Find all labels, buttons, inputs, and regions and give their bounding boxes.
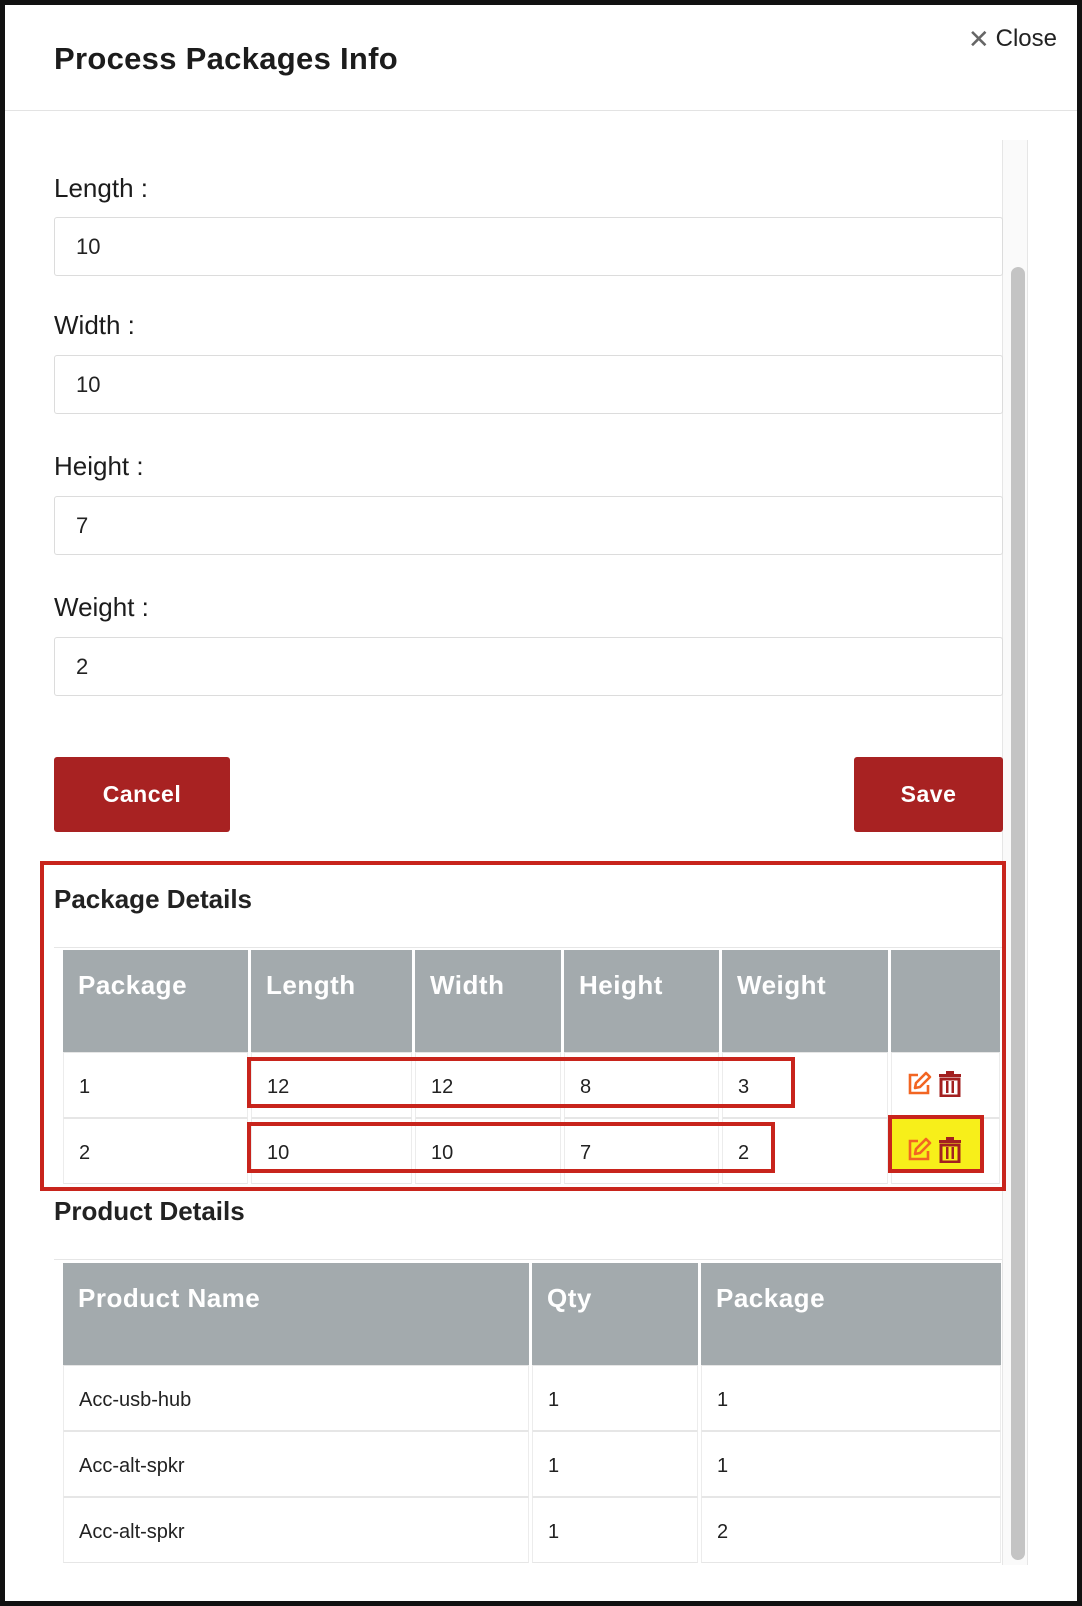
weight-label: Weight : [54, 592, 149, 622]
length-label: Length : [54, 173, 148, 203]
col-weight: Weight [722, 950, 888, 1052]
col-product-name: Product Name [63, 1263, 529, 1365]
cell-weight: 3 [722, 1052, 888, 1118]
width-input[interactable] [54, 355, 1003, 414]
cell-weight: 2 [722, 1118, 888, 1184]
weight-input[interactable] [54, 637, 1003, 696]
cell-qty: 1 [532, 1431, 698, 1497]
cell-package: 2 [63, 1118, 248, 1184]
cell-package: 1 [701, 1431, 1001, 1497]
cell-width: 12 [415, 1052, 561, 1118]
cell-actions [891, 1052, 1000, 1118]
scrollbar-thumb[interactable] [1011, 267, 1025, 1560]
col-width: Width [415, 950, 561, 1052]
length-input[interactable] [54, 217, 1003, 276]
close-button[interactable]: ✕ Close [968, 25, 1057, 53]
package-table-header: Package Length Width Height Weight [63, 950, 1000, 1052]
cell-height: 7 [564, 1118, 719, 1184]
package-table: Package Length Width Height Weight 1 12 … [60, 950, 1003, 1184]
col-package: Package [701, 1263, 1001, 1365]
table-row: 1 12 12 8 3 [63, 1052, 1000, 1118]
package-details-divider [54, 947, 1003, 948]
close-icon: ✕ [967, 24, 990, 54]
cell-actions [891, 1118, 1000, 1184]
save-button[interactable]: Save [854, 757, 1003, 832]
modal-title: Process Packages Info [54, 41, 399, 76]
modal-header: Process Packages Info ✕ Close [5, 5, 1077, 111]
product-table: Product Name Qty Package Acc-usb-hub 1 1… [60, 1263, 1004, 1563]
process-packages-modal: Process Packages Info ✕ Close Length : W… [0, 0, 1082, 1606]
cell-product-name: Acc-alt-spkr [63, 1497, 529, 1563]
cell-length: 12 [251, 1052, 412, 1118]
cell-height: 8 [564, 1052, 719, 1118]
width-label: Width : [54, 310, 135, 340]
product-table-header: Product Name Qty Package [63, 1263, 1001, 1365]
product-details-title: Product Details [54, 1196, 245, 1226]
cell-package: 2 [701, 1497, 1001, 1563]
col-height: Height [564, 950, 719, 1052]
table-row: Acc-alt-spkr 1 1 [63, 1431, 1001, 1497]
cell-length: 10 [251, 1118, 412, 1184]
edit-icon[interactable] [906, 1137, 932, 1163]
edit-icon[interactable] [906, 1071, 932, 1097]
table-row: Acc-alt-spkr 1 2 [63, 1497, 1001, 1563]
table-row: Acc-usb-hub 1 1 [63, 1365, 1001, 1431]
cell-qty: 1 [532, 1497, 698, 1563]
trash-icon[interactable] [937, 1071, 963, 1098]
height-input[interactable] [54, 496, 1003, 555]
cell-product-name: Acc-usb-hub [63, 1365, 529, 1431]
close-label: Close [995, 25, 1057, 52]
col-length: Length [251, 950, 412, 1052]
cancel-button[interactable]: Cancel [54, 757, 230, 832]
table-row: 2 10 10 7 2 [63, 1118, 1000, 1184]
trash-icon[interactable] [937, 1137, 963, 1164]
product-details-divider [54, 1259, 1003, 1260]
package-details-title: Package Details [54, 884, 253, 914]
col-package: Package [63, 950, 248, 1052]
col-actions [891, 950, 1000, 1052]
cell-package: 1 [701, 1365, 1001, 1431]
cell-product-name: Acc-alt-spkr [63, 1431, 529, 1497]
cell-width: 10 [415, 1118, 561, 1184]
col-qty: Qty [532, 1263, 698, 1365]
height-label: Height : [54, 451, 144, 481]
cell-package: 1 [63, 1052, 248, 1118]
cell-qty: 1 [532, 1365, 698, 1431]
